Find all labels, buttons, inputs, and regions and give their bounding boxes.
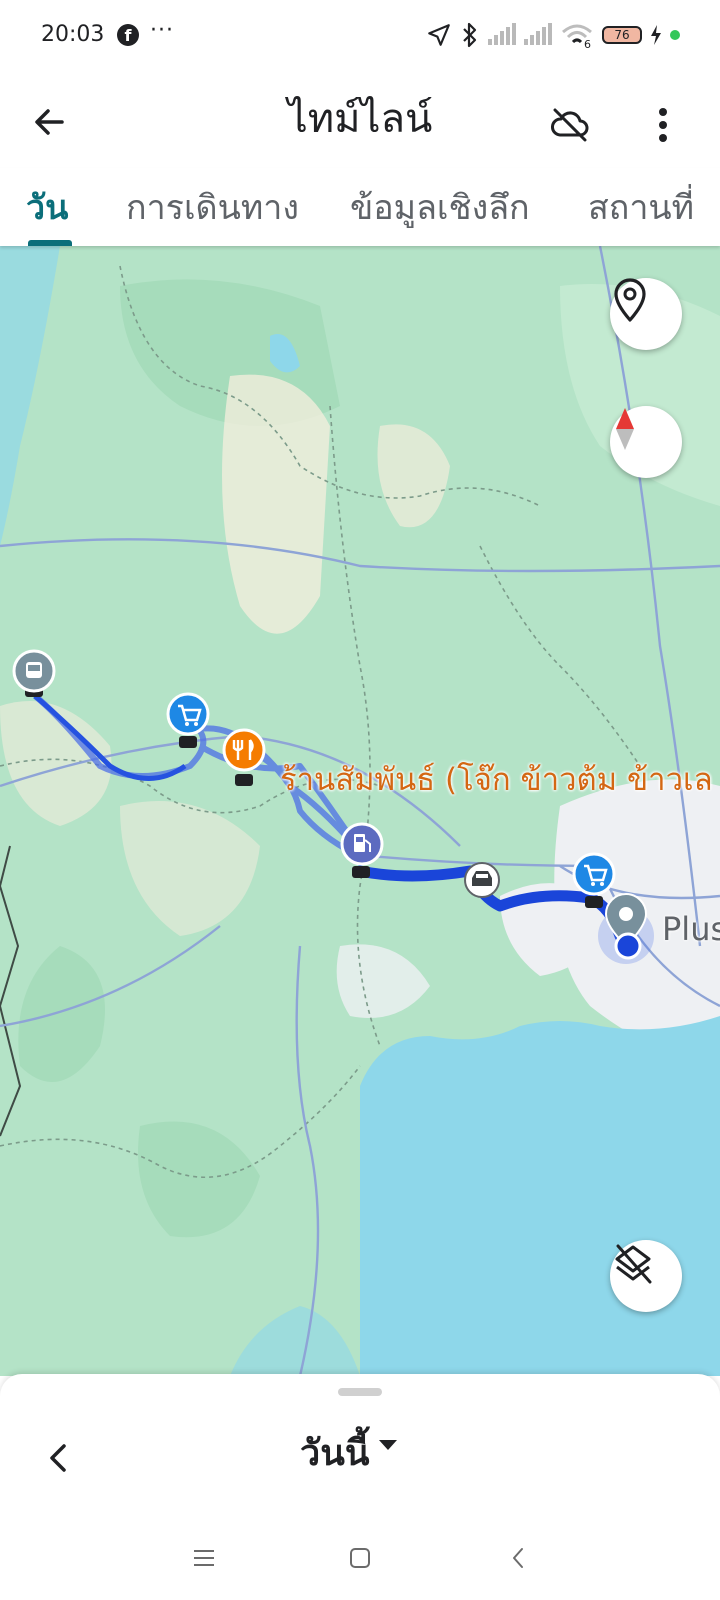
nav-back-button[interactable] — [496, 1536, 540, 1580]
tab-trips[interactable]: การเดินทาง — [126, 180, 299, 234]
date-label: วันนี้ — [300, 1433, 370, 1474]
back-icon — [513, 1548, 523, 1568]
home-icon — [350, 1548, 370, 1568]
wifi-icon: 6 — [562, 24, 592, 49]
restaurant-label[interactable]: ร้านสัมพันธ์ (โจ๊ก ข้าวต้ม ข้าวเล — [280, 754, 713, 804]
place-label[interactable]: Plus — [662, 910, 720, 948]
car-marker[interactable] — [464, 862, 500, 898]
tab-day[interactable]: วัน — [26, 180, 68, 234]
bluetooth-icon — [463, 22, 477, 48]
status-icons: 6 76 — [426, 20, 680, 50]
signal-2-icon — [524, 23, 552, 45]
more-vert-icon — [659, 108, 667, 116]
page-title: ไทม์ไลน์ — [287, 96, 433, 142]
status-bar: 20:03 f ··· 6 76 — [0, 0, 720, 72]
dropdown-caret-icon — [379, 1439, 398, 1450]
status-time: 20:03 — [41, 22, 105, 47]
layers-off-icon — [615, 1244, 652, 1284]
map-view[interactable]: ร้านสัมพันธ์ (โจ๊ก ข้าวต้ม ข้าวเล Plus — [0, 246, 720, 1376]
system-nav-bar — [0, 1514, 720, 1600]
privacy-indicator — [670, 30, 680, 40]
tab-insights[interactable]: ข้อมูลเชิงลึก — [350, 180, 530, 234]
previous-day-button[interactable] — [40, 1438, 76, 1478]
cloud-backup-button[interactable] — [548, 102, 592, 146]
cloud-off-icon — [551, 108, 589, 142]
nav-home-button[interactable] — [338, 1536, 382, 1580]
location-arrow-icon — [428, 24, 450, 46]
sheet-drag-handle[interactable] — [338, 1388, 382, 1396]
more-options-button[interactable] — [648, 102, 678, 146]
location-pin-icon — [614, 278, 646, 322]
places-button[interactable] — [610, 278, 682, 350]
more-notifications-icon: ··· — [150, 18, 174, 43]
chevron-left-icon — [50, 1444, 66, 1472]
battery-level: 76 — [614, 28, 630, 42]
layers-toggle-button[interactable] — [610, 1240, 682, 1312]
facebook-notification-icon: f — [117, 24, 139, 46]
tab-bar: วัน การเดินทาง ข้อมูลเชิงลึก สถานที่ — [0, 168, 720, 246]
tab-places[interactable]: สถานที่ — [588, 180, 694, 234]
signal-1-icon — [488, 23, 516, 45]
timeline-bottom-sheet[interactable]: วันนี้ — [0, 1374, 720, 1514]
charging-icon — [651, 25, 661, 45]
battery-icon: 76 — [602, 26, 642, 44]
compass-button[interactable] — [610, 406, 682, 478]
wifi-badge: 6 — [584, 38, 591, 49]
app-bar: ไทม์ไลน์ — [0, 72, 720, 168]
menu-icon — [194, 1550, 214, 1566]
date-selector[interactable]: วันนี้ — [300, 1424, 398, 1481]
nav-recents-button[interactable] — [182, 1536, 226, 1580]
active-tab-indicator — [28, 240, 72, 246]
compass-icon — [616, 408, 634, 450]
